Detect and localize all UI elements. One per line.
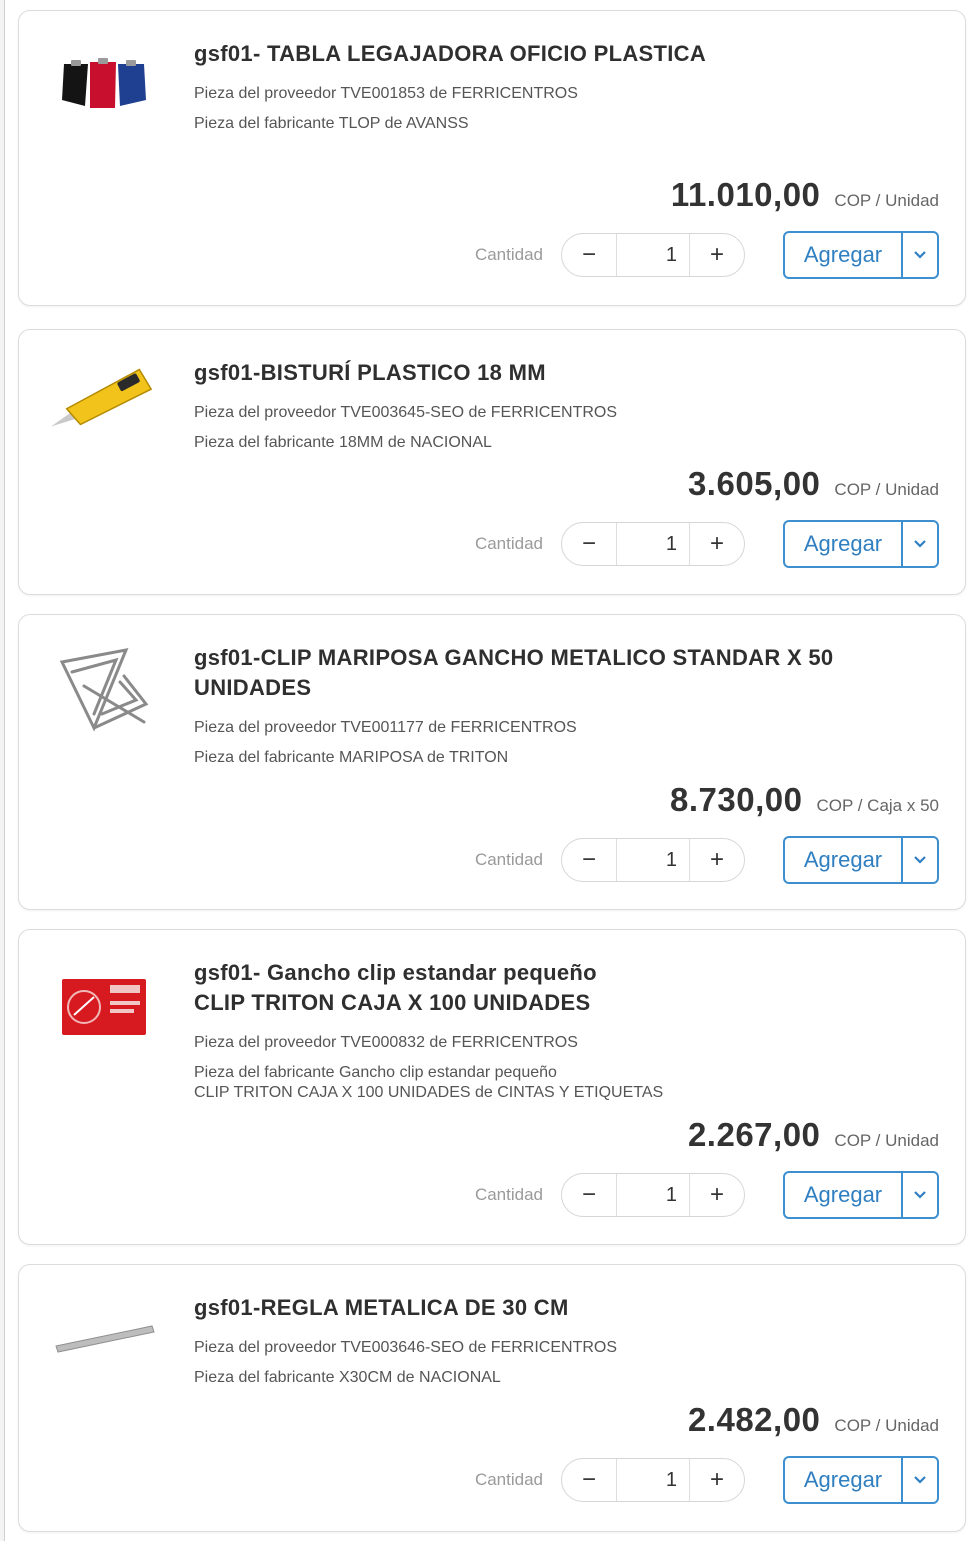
product-image[interactable]	[49, 352, 159, 442]
increase-button[interactable]: +	[689, 1174, 744, 1216]
price: 2.267,00	[687, 1116, 821, 1153]
product-image[interactable]	[49, 645, 159, 735]
price: 11.010,00	[670, 176, 821, 213]
clipboards-icon	[62, 58, 146, 108]
manufacturer-part: Pieza del fabricante 18MM de NACIONAL	[194, 434, 492, 451]
supplier-part: Pieza del proveedor TVE001853 de FERRICE…	[194, 85, 578, 102]
quantity-input[interactable]	[617, 839, 689, 881]
add-options-toggle[interactable]	[903, 1173, 937, 1217]
quantity-input[interactable]	[617, 234, 689, 276]
supplier-part: Pieza del proveedor TVE003645-SEO de FER…	[194, 404, 618, 421]
cutter-icon	[50, 368, 153, 427]
add-button-group: Agregar	[783, 1171, 939, 1219]
chevron-down-icon	[914, 1191, 926, 1199]
price: 3.605,00	[687, 465, 821, 502]
chevron-down-icon	[914, 251, 926, 259]
product-title[interactable]: gsf01-REGLA METALICA DE 30 CM	[194, 1293, 905, 1323]
increase-button[interactable]: +	[689, 839, 744, 881]
page-left-border	[0, 0, 5, 1541]
add-button-group: Agregar	[783, 231, 939, 279]
product-card: gsf01- TABLA LEGAJADORA OFICIO PLASTICA …	[18, 10, 966, 306]
quantity-label: Cantidad	[474, 534, 543, 553]
add-to-cart-button[interactable]: Agregar	[785, 1458, 903, 1502]
add-button-group: Agregar	[783, 836, 939, 884]
add-button-group: Agregar	[783, 520, 939, 568]
quantity-stepper: − +	[561, 522, 745, 566]
product-title[interactable]: gsf01-CLIP MARIPOSA GANCHO METALICO STAN…	[194, 643, 905, 703]
add-options-toggle[interactable]	[903, 522, 937, 566]
add-to-cart-button[interactable]: Agregar	[785, 233, 903, 277]
chevron-down-icon	[914, 540, 926, 548]
butterfly-clip-icon	[59, 648, 149, 732]
manufacturer-part: Pieza del fabricante X30CM de NACIONAL	[194, 1369, 501, 1386]
product-title[interactable]: gsf01- Gancho clip estandar pequeño CLIP…	[194, 958, 905, 1018]
quantity-input[interactable]	[617, 1174, 689, 1216]
product-card: gsf01-REGLA METALICA DE 30 CM Pieza del …	[18, 1264, 966, 1532]
chevron-down-icon	[914, 856, 926, 864]
product-title[interactable]: gsf01-BISTURÍ PLASTICO 18 MM	[194, 358, 905, 388]
supplier-part: Pieza del proveedor TVE000832 de FERRICE…	[194, 1034, 578, 1051]
supplier-part: Pieza del proveedor TVE003646-SEO de FER…	[194, 1339, 618, 1356]
price-unit: COP / Unidad	[834, 1416, 939, 1435]
price: 2.482,00	[687, 1401, 821, 1438]
add-options-toggle[interactable]	[903, 1458, 937, 1502]
quantity-label: Cantidad	[474, 245, 543, 264]
decrease-button[interactable]: −	[562, 839, 617, 881]
manufacturer-part: Pieza del fabricante MARIPOSA de TRITON	[194, 749, 509, 766]
add-to-cart-button[interactable]: Agregar	[785, 838, 903, 882]
quantity-input[interactable]	[617, 1459, 689, 1501]
add-to-cart-button[interactable]: Agregar	[785, 522, 903, 566]
decrease-button[interactable]: −	[562, 1459, 617, 1501]
add-button-group: Agregar	[783, 1456, 939, 1504]
quantity-stepper: − +	[561, 838, 745, 882]
increase-button[interactable]: +	[689, 234, 744, 276]
increase-button[interactable]: +	[689, 523, 744, 565]
decrease-button[interactable]: −	[562, 1174, 617, 1216]
product-card: gsf01-BISTURÍ PLASTICO 18 MM Pieza del p…	[18, 329, 966, 595]
price: 8.730,00	[670, 781, 803, 818]
product-title[interactable]: gsf01- TABLA LEGAJADORA OFICIO PLASTICA	[194, 39, 905, 69]
product-card: gsf01- Gancho clip estandar pequeño CLIP…	[18, 929, 966, 1245]
quantity-label: Cantidad	[474, 1470, 543, 1489]
add-to-cart-button[interactable]: Agregar	[785, 1173, 903, 1217]
price-unit: COP / Caja x 50	[816, 796, 939, 815]
add-options-toggle[interactable]	[903, 233, 937, 277]
increase-button[interactable]: +	[689, 1459, 744, 1501]
product-image[interactable]	[49, 1293, 159, 1383]
quantity-label: Cantidad	[474, 1185, 543, 1204]
quantity-stepper: − +	[561, 233, 745, 277]
product-image[interactable]	[49, 39, 159, 129]
manufacturer-part: Pieza del fabricante Gancho clip estanda…	[194, 1064, 664, 1101]
quantity-stepper: − +	[561, 1173, 745, 1217]
chevron-down-icon	[914, 1476, 926, 1484]
decrease-button[interactable]: −	[562, 234, 617, 276]
quantity-input[interactable]	[617, 523, 689, 565]
quantity-stepper: − +	[561, 1458, 745, 1502]
decrease-button[interactable]: −	[562, 523, 617, 565]
add-options-toggle[interactable]	[903, 838, 937, 882]
product-image[interactable]	[49, 962, 159, 1052]
quantity-label: Cantidad	[474, 850, 543, 869]
price-unit: COP / Unidad	[834, 1131, 939, 1150]
supplier-part: Pieza del proveedor TVE001177 de FERRICE…	[194, 719, 577, 736]
ruler-icon	[55, 1325, 155, 1353]
clip-box-icon	[62, 979, 146, 1035]
price-unit: COP / Unidad	[834, 191, 939, 210]
manufacturer-part: Pieza del fabricante TLOP de AVANSS	[194, 115, 469, 132]
price-unit: COP / Unidad	[834, 480, 939, 499]
product-card: gsf01-CLIP MARIPOSA GANCHO METALICO STAN…	[18, 614, 966, 910]
